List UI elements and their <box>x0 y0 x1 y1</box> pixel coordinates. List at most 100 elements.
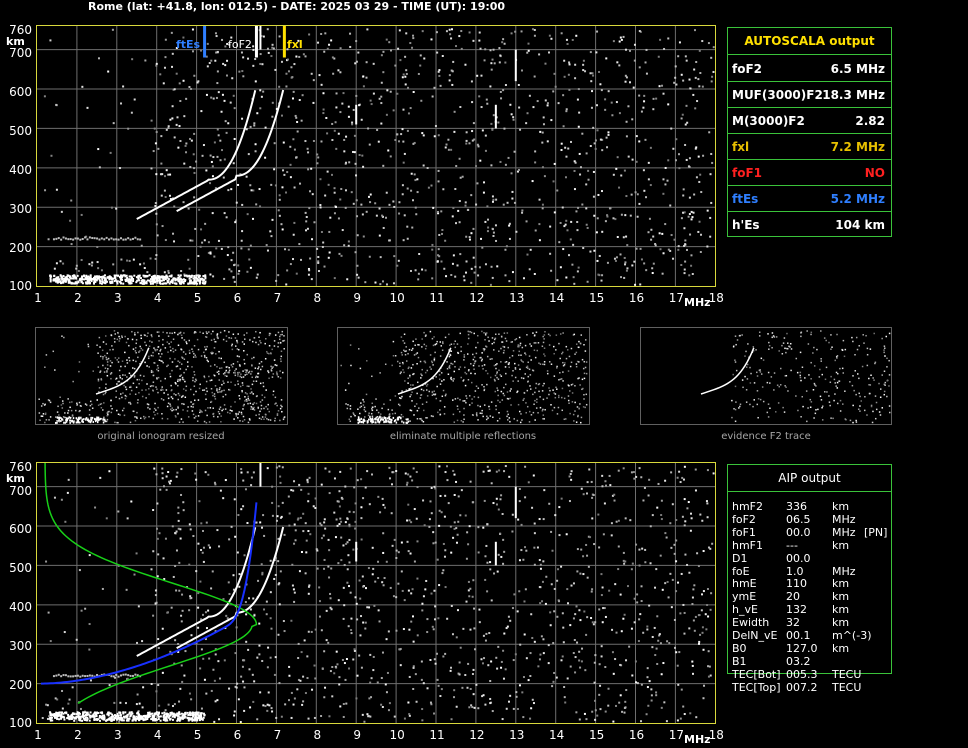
thumb-dot <box>823 337 826 339</box>
thumb-dot <box>231 343 234 346</box>
thumb-dot <box>500 390 503 393</box>
thumb-dot <box>119 337 121 340</box>
thumb-dot <box>120 393 122 395</box>
thumb-dot <box>806 330 808 332</box>
thumb-dot <box>518 336 521 339</box>
thumb-dot <box>738 407 740 409</box>
thumb-dot <box>564 362 566 364</box>
thumb-dot <box>171 389 173 391</box>
thumb-dot <box>478 365 480 367</box>
thumb-dot <box>416 363 418 365</box>
thumb-dot <box>265 337 267 340</box>
thumb-dot <box>812 389 815 391</box>
x-unit-top: MHz <box>684 296 711 309</box>
thumb-dot <box>192 350 194 353</box>
thumb-dot <box>146 403 149 405</box>
autoscala-output-panel: AUTOSCALA output foF2 6.5 MHz MUF(3000)F2 1… <box>727 27 892 237</box>
thumb-dot <box>463 407 465 410</box>
thumb-dot <box>814 384 816 386</box>
thumb-dot <box>265 413 267 416</box>
thumb-dot <box>381 407 383 410</box>
thumb-dot <box>494 390 497 393</box>
thumb-dot <box>137 331 139 334</box>
thumb-dot <box>464 384 467 387</box>
thumb-dot <box>211 391 214 394</box>
thumb-dot <box>431 337 434 340</box>
thumb-dot <box>213 374 216 377</box>
thumb-dot <box>197 415 200 417</box>
thumb-dot <box>574 385 576 387</box>
thumb-dot <box>409 409 412 411</box>
thumb-dot <box>138 382 140 385</box>
thumb-dot <box>495 405 497 407</box>
thumb-dot <box>104 367 107 369</box>
thumb-dot <box>151 335 153 338</box>
thumb-dot <box>179 331 182 334</box>
thumb-dot <box>569 412 571 415</box>
thumb-dot <box>562 361 564 364</box>
thumb-dot <box>106 364 109 366</box>
thumb-dot <box>453 343 455 345</box>
thumb-dot <box>224 408 227 410</box>
thumb-dot <box>818 376 821 378</box>
thumb-dot <box>56 421 58 424</box>
thumb-dot <box>148 393 150 396</box>
thumb-dot <box>463 414 465 416</box>
thumb-dot <box>110 334 113 336</box>
thumb-dot <box>169 375 172 378</box>
thumb-dot <box>573 420 575 422</box>
thumb-dot <box>479 405 482 408</box>
thumb-dot <box>472 414 475 417</box>
thumb-dot <box>344 389 347 391</box>
thumb-dot <box>462 380 464 382</box>
thumb-dot <box>121 409 124 412</box>
thumb-dot <box>749 382 752 384</box>
thumb-dot <box>454 346 457 349</box>
thumb-dot <box>797 409 799 412</box>
thumb-dot <box>114 421 116 424</box>
thumb-dot <box>220 357 223 360</box>
thumb-dot <box>834 382 836 384</box>
thumb-dot <box>444 336 447 339</box>
thumb-dot <box>169 332 171 334</box>
thumbnail-original[interactable] <box>35 327 288 425</box>
thumb-dot <box>884 355 886 357</box>
thumb-dot <box>546 370 549 372</box>
thumb-dot <box>875 408 878 411</box>
thumb-dot <box>251 340 254 343</box>
thumb-dot <box>433 390 435 392</box>
thumb-dot <box>750 372 752 375</box>
thumb-dot <box>801 366 804 368</box>
thumb-dot <box>230 337 233 339</box>
thumb-dot <box>147 406 149 409</box>
thumb-dot <box>844 348 847 351</box>
thumb-dot <box>154 348 156 351</box>
thumb-dot <box>416 381 419 384</box>
thumb-dot <box>240 413 243 415</box>
thumb-dot <box>193 417 196 419</box>
thumb-dot <box>117 421 119 424</box>
thumbnail-multiple-reflections[interactable] <box>337 327 590 425</box>
thumb-dot <box>520 354 522 356</box>
thumb-dot <box>805 390 808 392</box>
thumb-dot <box>821 373 824 376</box>
thumb-dot <box>119 414 121 416</box>
thumb-dot <box>888 332 891 335</box>
thumb-dot <box>208 331 210 333</box>
autoscala-value: 104 km <box>835 218 885 232</box>
thumb-dot <box>141 379 143 382</box>
thumb-dot <box>268 352 270 355</box>
thumb-dot <box>353 413 355 416</box>
thumb-dot <box>237 380 239 382</box>
thumb-dot <box>249 339 251 341</box>
thumb-dot <box>584 339 587 341</box>
y-tick-700: 700 <box>9 46 32 60</box>
thumb-dot <box>133 375 136 377</box>
thumb-dot <box>888 385 890 387</box>
thumb-dot <box>71 415 74 417</box>
thumb-dot <box>177 413 179 415</box>
thumb-dot <box>368 412 370 414</box>
thumb-dot <box>486 415 488 418</box>
thumb-dot <box>836 355 839 357</box>
thumbnail-f2-trace[interactable] <box>640 327 892 425</box>
